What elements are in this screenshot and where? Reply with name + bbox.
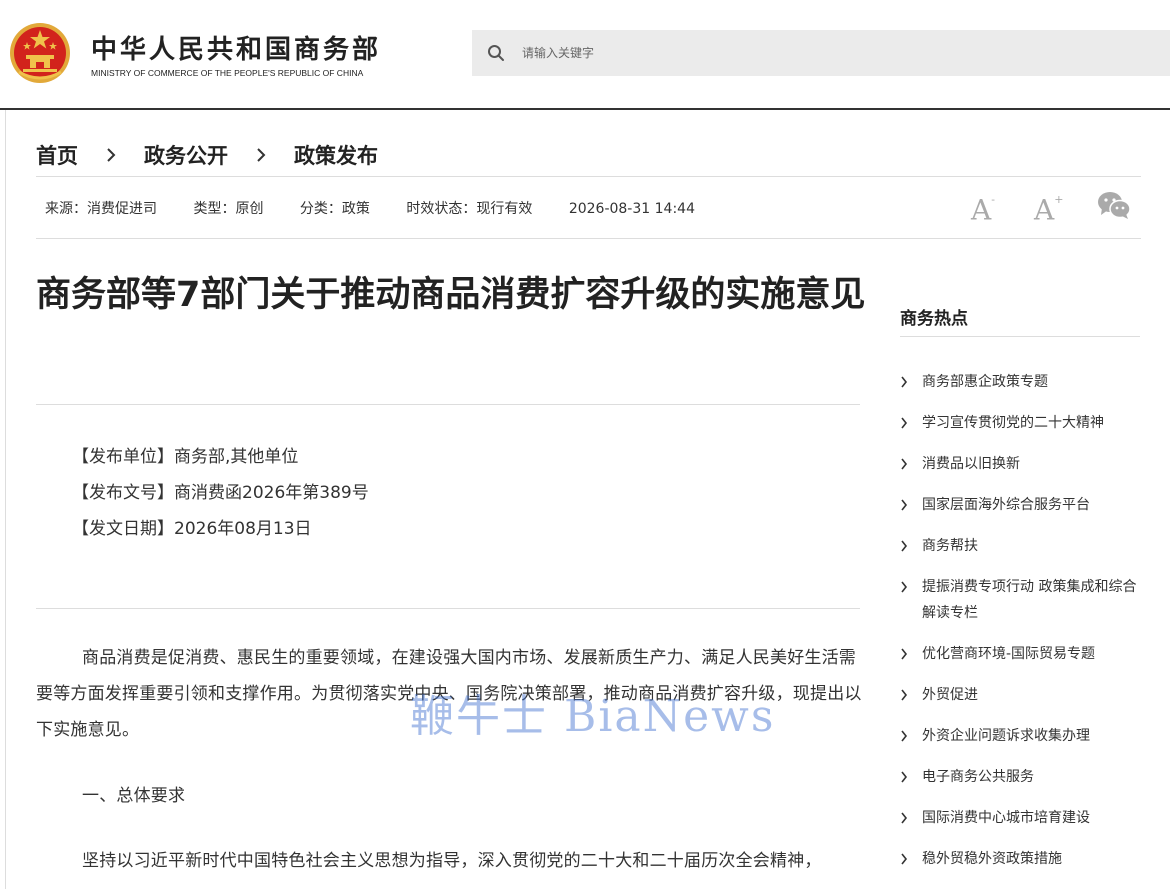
sidebar-item-label: 消费品以旧换新: [922, 456, 1020, 472]
article-paragraph: 坚持以习近平新时代中国特色社会主义思想为指导，深入贯彻党的二十大和二十届历次全会…: [82, 851, 822, 871]
chevron-right-icon: [901, 812, 908, 824]
sidebar-item[interactable]: 国家层面海外综合服务平台: [900, 492, 1145, 518]
sidebar-item-label: 国际消费中心城市培育建设: [922, 810, 1090, 826]
article-paragraph: 商品消费是促消费、惠民生的重要领域，在建设强大国内市场、发展新质生产力、满足人民…: [36, 648, 862, 740]
sidebar-title: 商务热点: [900, 309, 968, 329]
sidebar-item[interactable]: 电子商务公共服务: [900, 764, 1145, 790]
decrease-font-button[interactable]: A-: [971, 189, 1001, 227]
font-increase-icon: A: [1034, 193, 1055, 227]
sidebar-item-label: 商务帮扶: [922, 538, 978, 554]
sidebar-item[interactable]: 稳外贸稳外资政策措施: [900, 846, 1145, 872]
sidebar-item[interactable]: 提振消费专项行动 政策集成和综合解读专栏: [900, 574, 1145, 626]
ministry-name-en: MINISTRY OF COMMERCE OF THE PEOPLE'S REP…: [91, 68, 364, 78]
divider: [36, 608, 860, 609]
info-issue-date: 【发文日期】2026年08月13日: [72, 519, 312, 539]
national-emblem-logo[interactable]: [9, 22, 71, 84]
sidebar-item-label: 外资企业问题诉求收集办理: [922, 728, 1090, 744]
info-doc-number: 【发布文号】商消费函2026年第389号: [72, 483, 369, 503]
meta-source: 来源：消费促进司: [45, 201, 157, 217]
sidebar-item[interactable]: 国际消费中心城市培育建设: [900, 805, 1145, 831]
chevron-right-icon: [901, 648, 908, 660]
chevron-right-icon: [901, 417, 908, 429]
sidebar-item-label: 国家层面海外综合服务平台: [922, 497, 1090, 513]
chevron-right-icon: [107, 148, 116, 162]
sidebar-item[interactable]: 商务帮扶: [900, 533, 1145, 559]
meta-category: 分类：政策: [299, 201, 370, 217]
article-title: 商务部等7部门关于推动商品消费扩容升级的实施意见: [36, 275, 866, 315]
info-issuer: 【发布单位】商务部,其他单位: [72, 447, 299, 467]
sidebar-item[interactable]: 优化营商环境-国际贸易专题: [900, 641, 1145, 667]
chevron-right-icon: [257, 148, 266, 162]
sidebar-item[interactable]: 外资企业问题诉求收集办理: [900, 723, 1145, 749]
sidebar-list: 商务部惠企政策专题 学习宣传贯彻党的二十大精神 消费品以旧换新 国家层面海外综合…: [900, 369, 1145, 887]
divider: [36, 238, 1141, 239]
ministry-name-cn: 中华人民共和国商务部: [91, 35, 382, 65]
chevron-right-icon: [901, 853, 908, 865]
article-meta: 来源：消费促进司 类型：原创 分类：政策 时效状态：现行有效 2026-08-3…: [45, 198, 727, 218]
increase-font-button[interactable]: A+: [1034, 189, 1064, 227]
sidebar-item[interactable]: 商务部惠企政策专题: [900, 369, 1145, 395]
breadcrumb-policy-release-link[interactable]: 政策发布: [294, 140, 378, 170]
sidebar-item[interactable]: 外贸促进: [900, 682, 1145, 708]
meta-datetime: 2026-08-31 14:44: [568, 201, 695, 217]
chevron-right-icon: [901, 499, 908, 511]
sidebar-item-label: 外贸促进: [922, 687, 978, 703]
sidebar-item-label: 优化营商环境-国际贸易专题: [922, 646, 1096, 662]
meta-status: 时效状态：现行有效: [406, 201, 533, 217]
breadcrumb-home-link[interactable]: 首页: [36, 140, 78, 170]
sidebar-item-label: 稳外贸稳外资政策措施: [922, 851, 1062, 867]
chevron-right-icon: [901, 730, 908, 742]
article-section-heading: 一、总体要求: [82, 786, 186, 806]
chevron-right-icon: [901, 581, 908, 593]
wechat-icon[interactable]: [1097, 190, 1131, 220]
chevron-right-icon: [901, 540, 908, 552]
chevron-right-icon: [901, 771, 908, 783]
sidebar-item-label: 电子商务公共服务: [922, 769, 1034, 785]
divider: [900, 336, 1140, 337]
font-decrease-icon: A: [971, 193, 992, 227]
sidebar-item[interactable]: 学习宣传贯彻党的二十大精神: [900, 410, 1145, 436]
sidebar-item-label: 提振消费专项行动 政策集成和综合解读专栏: [922, 579, 1137, 621]
chevron-right-icon: [901, 376, 908, 388]
meta-type: 类型：原创: [193, 201, 264, 217]
breadcrumb: 首页 政务公开 政策发布: [36, 140, 378, 170]
sidebar-item-label: 商务部惠企政策专题: [922, 374, 1048, 390]
site-header: 中华人民共和国商务部 MINISTRY OF COMMERCE OF THE P…: [0, 0, 1170, 110]
sidebar-item[interactable]: 消费品以旧换新: [900, 451, 1145, 477]
chevron-right-icon: [901, 458, 908, 470]
divider: [36, 176, 1141, 177]
search-icon[interactable]: [487, 44, 505, 62]
chevron-right-icon: [901, 689, 908, 701]
divider: [36, 404, 860, 405]
left-border: [0, 110, 6, 889]
sidebar-item-label: 学习宣传贯彻党的二十大精神: [922, 415, 1104, 431]
search-input[interactable]: [514, 36, 1130, 70]
breadcrumb-gov-affairs-link[interactable]: 政务公开: [144, 140, 228, 170]
